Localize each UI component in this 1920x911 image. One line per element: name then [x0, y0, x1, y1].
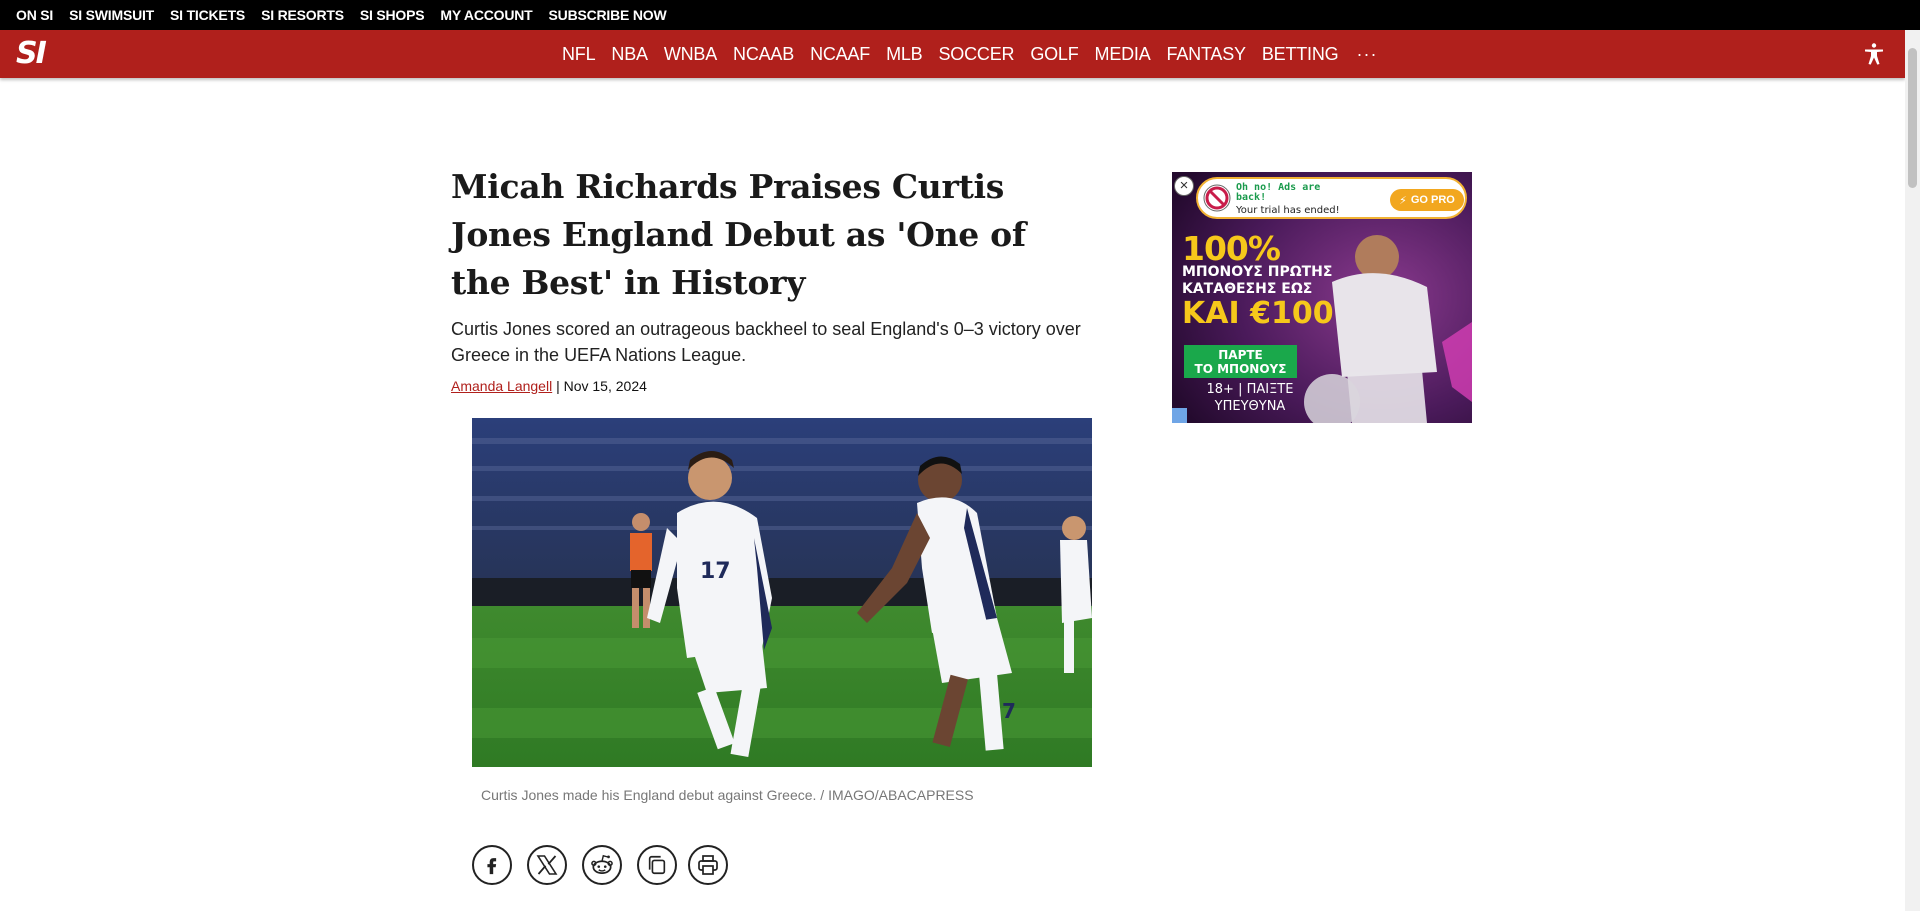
main-navbar: SI NFL NBA WNBA NCAAB NCAAF MLB SOCCER G…: [0, 30, 1905, 78]
topbar-link-my-account[interactable]: MY ACCOUNT: [440, 7, 532, 23]
x-icon: [536, 855, 558, 875]
share-reddit-button[interactable]: [582, 845, 622, 885]
share-facebook-button[interactable]: [472, 845, 512, 885]
nav-item-media[interactable]: MEDIA: [1095, 44, 1151, 65]
copy-icon: [648, 855, 666, 875]
ad-cta-button[interactable]: ΠΑΡΤΕ ΤΟ ΜΠΟΝΟΥΣ: [1184, 345, 1297, 378]
nav-item-ncaaf[interactable]: NCAAF: [810, 44, 870, 65]
nav-item-betting[interactable]: BETTING: [1262, 44, 1339, 65]
article-subheadline: Curtis Jones scored an outrageous backhe…: [451, 319, 1081, 365]
ad-notice-title: Oh no! Ads are back!: [1236, 182, 1321, 203]
copy-link-button[interactable]: [637, 845, 677, 885]
nav-item-wnba[interactable]: WNBA: [664, 44, 717, 65]
no-ads-icon: [1203, 184, 1231, 212]
article-headline: Micah Richards Praises Curtis Jones Engl…: [451, 167, 1026, 302]
print-icon: [698, 855, 718, 875]
topbar-link-si-tickets[interactable]: SI TICKETS: [170, 7, 245, 23]
print-button[interactable]: [688, 845, 728, 885]
nav-item-ncaab[interactable]: NCAAB: [733, 44, 794, 65]
ad-amount: ΚΑΙ €100: [1182, 296, 1334, 331]
nav-more-button[interactable]: ···: [1356, 44, 1377, 65]
nav-item-mlb[interactable]: MLB: [886, 44, 923, 65]
ad-info-icon[interactable]: [1172, 408, 1187, 423]
ad-age-line-1: 18+ | ΠΑΙΞΤΕ: [1206, 382, 1294, 397]
nav-item-soccer[interactable]: SOCCER: [939, 44, 1015, 65]
ad-headline-percent: 100%: [1182, 229, 1281, 268]
si-logo[interactable]: SI: [16, 39, 47, 69]
advertisement[interactable]: × Oh no! Ads are back! Your trial has en…: [1172, 172, 1472, 423]
go-pro-button[interactable]: ⚡ GO PRO: [1390, 189, 1464, 211]
ad-notice-subtitle: Your trial has ended!: [1236, 205, 1340, 216]
hero-photo-illustration: 17 7: [472, 418, 1092, 767]
nav-item-nba[interactable]: NBA: [611, 44, 648, 65]
svg-text:7: 7: [1002, 699, 1016, 723]
lightning-icon: ⚡: [1399, 194, 1407, 207]
image-caption: Curtis Jones made his England debut agai…: [481, 787, 974, 803]
scrollbar-thumb[interactable]: [1908, 48, 1917, 188]
ad-age-notice: 18+ | ΠΑΙΞΤΕ ΥΠΕΥΘΥΝΑ: [1200, 381, 1300, 415]
share-x-button[interactable]: [527, 845, 567, 885]
share-bar: [472, 845, 743, 885]
ad-age-line-2: ΥΠΕΥΘΥΝΑ: [1214, 399, 1286, 414]
byline-separator: |: [556, 378, 560, 394]
nav-menu: NFL NBA WNBA NCAAB NCAAF MLB SOCCER GOLF…: [562, 30, 1377, 78]
nav-item-fantasy[interactable]: FANTASY: [1167, 44, 1246, 65]
utility-bar: ON SI SI SWIMSUIT SI TICKETS SI RESORTS …: [0, 0, 1920, 30]
topbar-link-si-resorts[interactable]: SI RESORTS: [261, 7, 344, 23]
reddit-icon: [591, 854, 613, 874]
byline: Amanda Langell | Nov 15, 2024: [451, 378, 647, 394]
nav-item-golf[interactable]: GOLF: [1030, 44, 1078, 65]
svg-text:17: 17: [700, 559, 731, 584]
page-scrollbar[interactable]: [1905, 30, 1920, 911]
topbar-link-on-si[interactable]: ON SI: [16, 7, 53, 23]
topbar-link-si-swimsuit[interactable]: SI SWIMSUIT: [69, 7, 154, 23]
accessibility-icon[interactable]: [1862, 42, 1886, 66]
ad-close-button[interactable]: ×: [1174, 176, 1194, 196]
ad-line-2: ΚΑΤΑΘΕΣΗΣ ΕΩΣ: [1182, 281, 1313, 297]
ad-notice-banner: Oh no! Ads are back! Your trial has ende…: [1196, 177, 1467, 219]
topbar-link-si-shops[interactable]: SI SHOPS: [360, 7, 425, 23]
ad-line-1: ΜΠΟΝΟΥΣ ΠΡΩΤΗΣ: [1182, 264, 1333, 280]
ad-cta-line-1: ΠΑΡΤΕ: [1218, 348, 1263, 362]
ad-cta-line-2: ΤΟ ΜΠΟΝΟΥΣ: [1194, 362, 1287, 376]
topbar-link-subscribe-now[interactable]: SUBSCRIBE NOW: [549, 7, 667, 23]
facebook-icon: [487, 858, 497, 875]
go-pro-label: GO PRO: [1410, 194, 1455, 206]
hero-image[interactable]: 17 7: [472, 418, 1092, 767]
author-link[interactable]: Amanda Langell: [451, 378, 552, 394]
nav-item-nfl[interactable]: NFL: [562, 44, 596, 65]
publish-date: Nov 15, 2024: [563, 378, 647, 394]
